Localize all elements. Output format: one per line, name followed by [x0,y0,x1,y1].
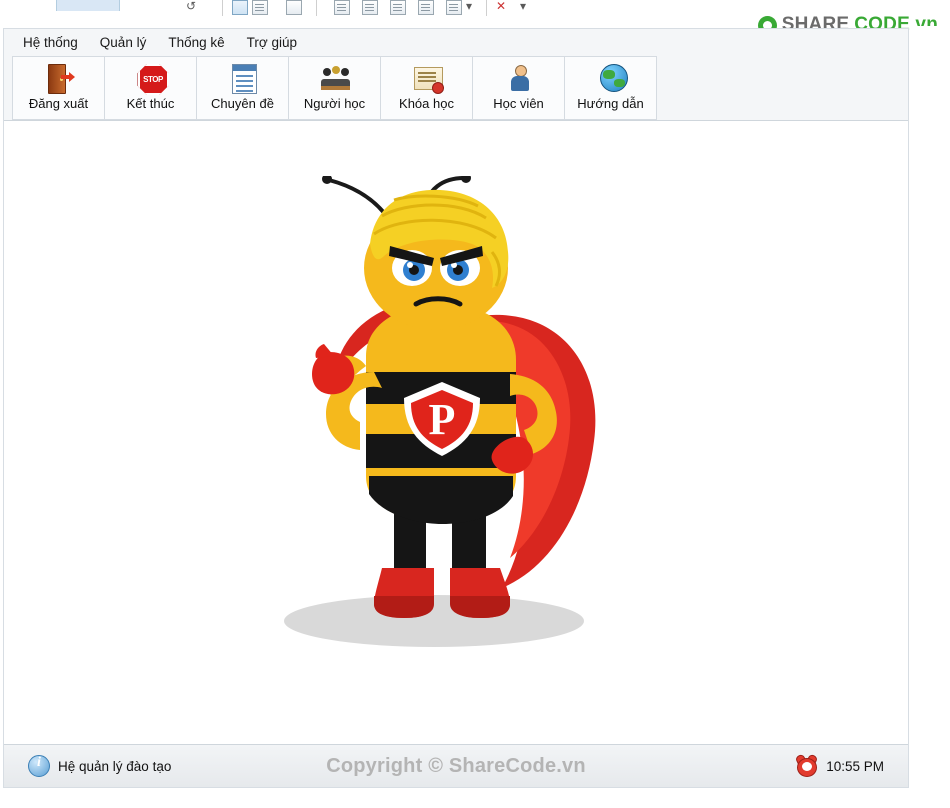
group-icon[interactable] [446,0,462,15]
toolbar-button-nguoi-hoc[interactable]: Người học [288,56,381,120]
align-right-icon[interactable] [390,0,406,15]
menu-quan-ly[interactable]: Quản lý [89,31,158,54]
chevron-down-icon[interactable]: ▾ [466,0,472,13]
distribute-icon[interactable] [418,0,434,15]
zoom-icon[interactable] [232,0,248,15]
mascot-illustration: P [284,176,596,647]
align-left-icon[interactable] [334,0,350,15]
user-icon [502,62,536,94]
toolbar-label-hoc-vien: Học viên [493,96,544,111]
toolbar: Đăng xuất STOP Kết thúc Chuyên đề Người … [4,56,908,121]
menu-bar: Hệ thống Quản lý Thống kê Trợ giúp [4,29,908,56]
certificate-icon [410,62,444,94]
document-icon [226,62,260,94]
status-time: 10:55 PM [826,758,884,774]
toolbar-button-dang-xuat[interactable]: Đăng xuất [12,56,105,120]
tab-fragment[interactable] [56,0,120,11]
app-window: Hệ thống Quản lý Thống kê Trợ giúp Đăng … [3,28,909,788]
right-gutter [910,26,950,786]
status-right: 10:55 PM [794,753,884,777]
page-icon[interactable] [286,0,302,15]
toolbar-button-khoa-hoc[interactable]: Khóa học [380,56,473,120]
toolbar-label-huong-dan: Hướng dẫn [577,96,644,111]
toolbar-label-chuyen-de: Chuyên đề [211,96,274,111]
toolbar-label-nguoi-hoc: Người học [303,96,366,111]
alarm-clock-icon [794,753,819,777]
toolbar-button-ket-thuc[interactable]: STOP Kết thúc [104,56,197,120]
copyright-text: Copyright © ShareCode.vn [326,754,586,777]
globe-icon [594,62,628,94]
client-area: ShareCode.vn [4,121,908,744]
svg-text:P: P [429,395,456,444]
exit-door-icon [42,62,76,94]
toolbar-button-hoc-vien[interactable]: Học viên [472,56,565,120]
toolbar-button-huong-dan[interactable]: Hướng dẫn [564,56,657,120]
toolbar-label-dang-xuat: Đăng xuất [28,96,89,111]
menu-he-thong[interactable]: Hệ thống [12,31,89,54]
close-icon[interactable]: ✕ [496,0,506,13]
menu-tro-giup[interactable]: Trợ giúp [236,31,308,54]
chevron-down-icon-2[interactable]: ▾ [520,0,526,13]
align-center-icon[interactable] [362,0,378,15]
toolbar-label-khoa-hoc: Khóa học [399,96,454,111]
toolbar-button-chuyen-de[interactable]: Chuyên đề [196,56,289,120]
toolbar-label-ket-thuc: Kết thúc [126,96,175,111]
status-bar: Hệ quản lý đào tạo Copyright © ShareCode… [4,744,908,787]
stop-sign-icon: STOP [134,62,169,95]
list-icon[interactable] [252,0,268,15]
menu-thong-ke[interactable]: Thống kê [157,31,235,54]
undo-icon[interactable]: ↺ [186,0,196,13]
people-meeting-icon [318,62,352,94]
